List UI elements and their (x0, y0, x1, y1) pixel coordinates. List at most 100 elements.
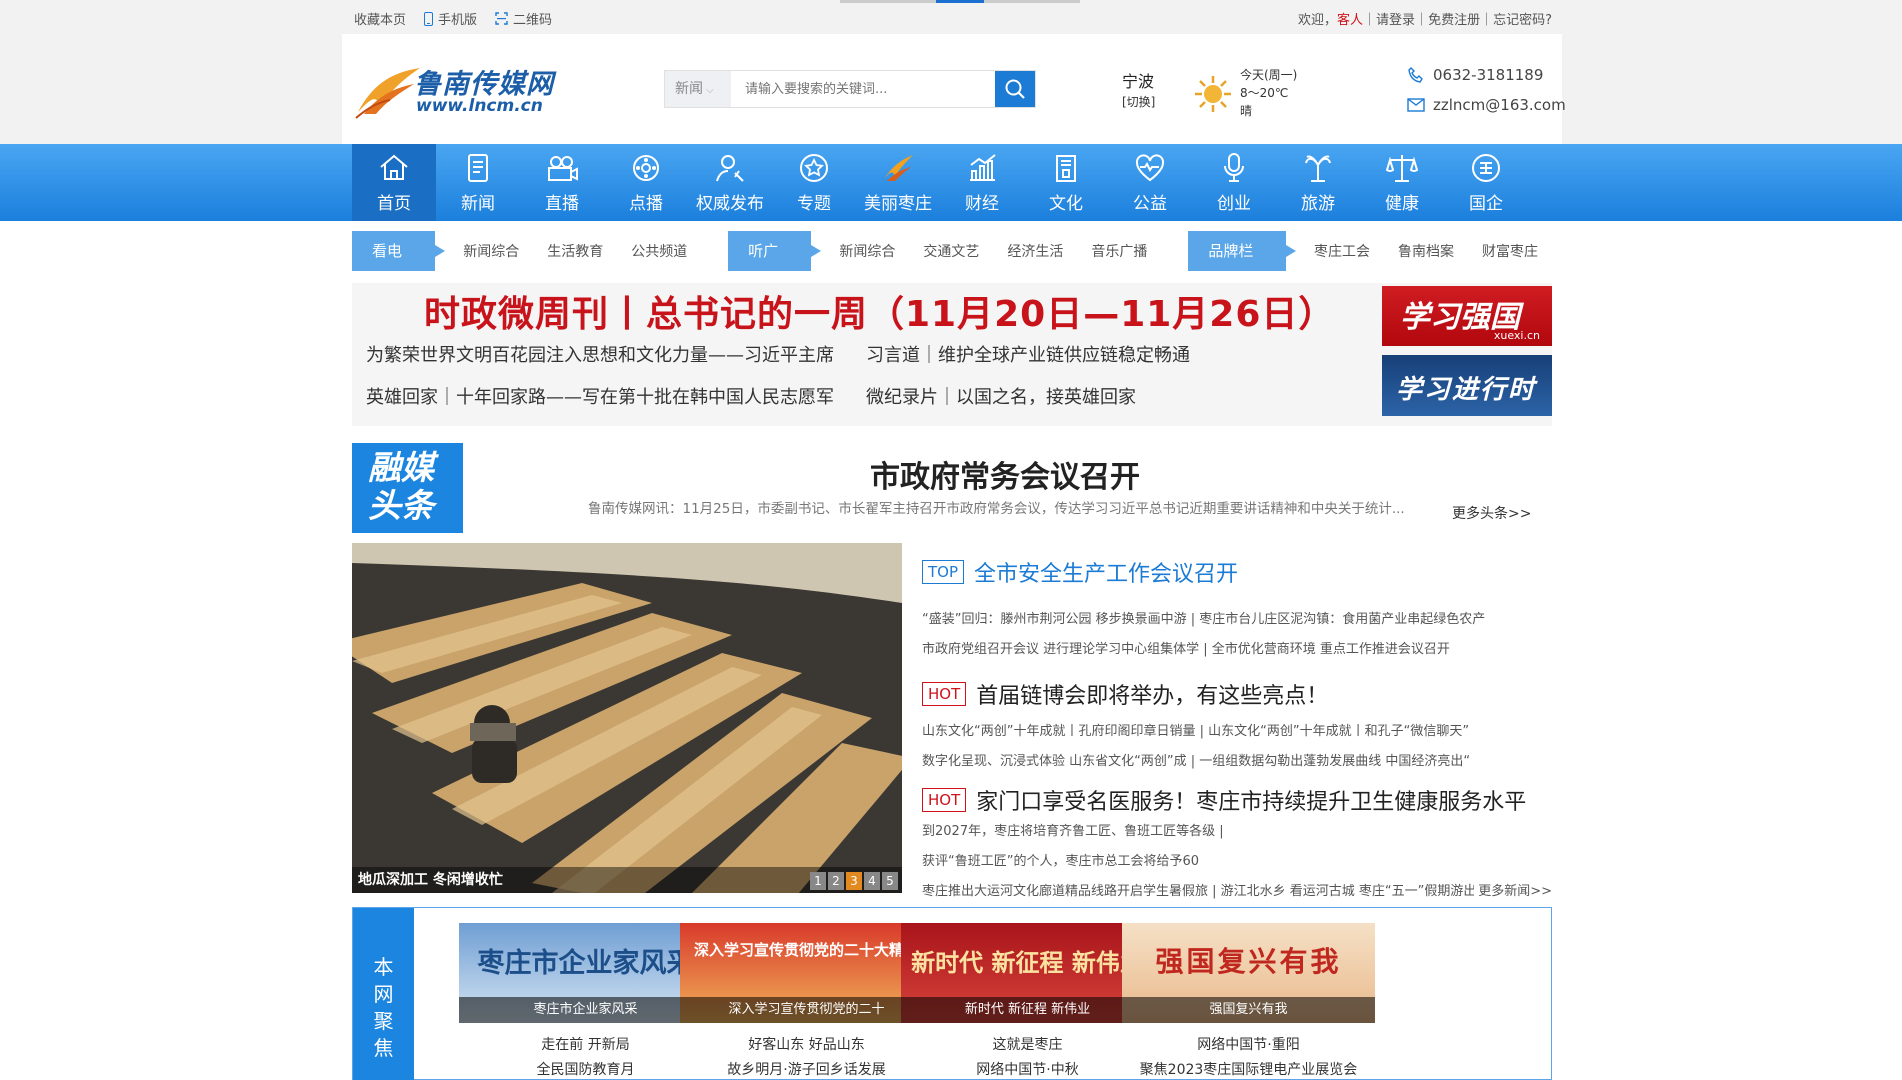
qrcode-link[interactable]: 二维码 (495, 9, 552, 28)
tv-tag[interactable]: 看电视 (352, 231, 446, 300)
top-bar-right: 欢迎，客人｜请登录｜免费注册｜忘记密码? (1298, 9, 1552, 28)
nav-item-label: 新闻 (461, 194, 495, 214)
top-badge: TOP (922, 560, 965, 584)
focus-link[interactable]: 走在前 开新局 (459, 1033, 712, 1058)
rongmei-summary[interactable]: 鲁南传媒网讯：11月25日，市委副书记、市长翟军主持召开市政府常务会议，传达学习… (588, 497, 1428, 517)
focus-card[interactable]: 强国复兴有我 强国复兴有我 (1122, 923, 1375, 1023)
focus-link[interactable]: 聚焦2023枣庄国际锂电产业展览会 (1122, 1058, 1375, 1080)
site-logo[interactable]: 鲁南传媒网 www.lncm.cn (354, 58, 554, 128)
rongmei-headline[interactable]: 市政府常务会议召开 (470, 452, 1540, 496)
top-news-link[interactable]: 微纪录片｜以国之名，接英雄回家 (866, 383, 1136, 409)
nav-item-6[interactable]: 美丽枣庄 (856, 144, 940, 221)
news-icon (468, 154, 488, 182)
top-tab-indicator (936, 0, 984, 3)
main-nav: 首页 新闻 直播 点播 权威发布 专题 美丽枣庄 财经 文化 公益 创业 旅游 健康 国企 (0, 144, 1902, 221)
forgot-password-link[interactable]: 忘记密码? (1493, 13, 1552, 28)
radio-tag[interactable]: 听广播 (728, 231, 822, 300)
radio-channel-link[interactable]: 新闻综合 (839, 241, 895, 261)
focus-card-title: 强国复兴有我 (1155, 945, 1342, 978)
news-title[interactable]: 首届链博会即将举办，有这些亮点！ (976, 678, 1328, 710)
weather-city: 宁波 (1122, 72, 1155, 91)
vod-icon (633, 155, 659, 181)
brand-column-link[interactable]: 财富枣庄 (1482, 241, 1538, 261)
bookmark-link[interactable]: 收藏本页 (354, 9, 406, 28)
news-related[interactable]: 数字化呈现、沉浸式体验 山东省文化“两创”成 | 一组组数据勾勒出蓬勃发展曲线 … (922, 747, 1552, 777)
slide-page-button[interactable]: 4 (864, 872, 880, 890)
nav-item-8[interactable]: 文化 (1024, 144, 1108, 221)
news-related[interactable]: 枣庄推出大运河文化廊道精品线路开启学生暑假旅 | 游江北水乡 看运河古城 枣庄“… (922, 877, 1552, 907)
radio-channel-link[interactable]: 交通文艺 (923, 241, 979, 261)
nav-item-13[interactable]: 国企 (1444, 144, 1528, 221)
brand-column-link[interactable]: 鲁南档案 (1398, 241, 1454, 261)
tv-channel-link[interactable]: 新闻综合 (463, 241, 519, 261)
tv-channel-link[interactable]: 公共频道 (631, 241, 687, 261)
welcome-text: 欢迎， (1297, 13, 1337, 28)
qrcode-label: 二维码 (513, 13, 553, 28)
nav-item-12[interactable]: 健康 (1360, 144, 1444, 221)
slide-page-button[interactable]: 2 (828, 872, 844, 890)
news-title[interactable]: 家门口享受名医服务！枣庄市持续提升卫生健康服务水平 (976, 784, 1526, 816)
focus-link[interactable]: 故乡明月·游子回乡话发展 (680, 1058, 933, 1080)
radio-channel-link[interactable]: 音乐广播 (1091, 241, 1147, 261)
brand-column-link[interactable]: 枣庄工会 (1314, 241, 1370, 261)
contact-info: 0632-3181189 zzlncm@163.com (1407, 60, 1566, 120)
charity-icon (1135, 154, 1165, 182)
news-related[interactable]: 获评“鲁班工匠”的个人，枣庄市总工会将给予60 (922, 847, 1552, 877)
slide-page-button-active[interactable]: 3 (846, 872, 862, 890)
news-related[interactable]: 市政府党组召开会议 进行理论学习中心组集体学 | 全市优化营商环境 重点工作推进… (922, 635, 1552, 665)
nav-item-1[interactable]: 新闻 (436, 144, 520, 221)
focus-link[interactable]: 好客山东 好品山东 (680, 1033, 933, 1058)
top-news-link[interactable]: 习言道｜维护全球产业链供应链稳定畅通 (866, 341, 1190, 367)
login-link[interactable]: 请登录 (1376, 13, 1415, 28)
nav-item-2[interactable]: 直播 (520, 144, 604, 221)
top-news-link[interactable]: 为繁荣世界文明百花园注入思想和文化力量——习近平主席 (366, 341, 834, 367)
top-headline-link[interactable]: 时政微周刊丨总书记的一周（11月20日—11月26日） (424, 285, 1335, 337)
more-news-link[interactable]: 更多新闻>> (1474, 877, 1552, 907)
radio-channel-link[interactable]: 经济生活 (1007, 241, 1063, 261)
slide-page-button[interactable]: 5 (882, 872, 898, 890)
focus-link[interactable]: 网络中国节·中秋 (901, 1058, 1154, 1080)
focus-card-title: 新时代 新征程 新伟业 (911, 948, 1144, 977)
nav-item-9[interactable]: 公益 (1108, 144, 1192, 221)
nav-item-3[interactable]: 点播 (604, 144, 688, 221)
mobile-link[interactable]: 手机版 (424, 9, 477, 28)
separator: ｜ (1480, 13, 1494, 28)
nav-item-5[interactable]: 专题 (772, 144, 856, 221)
culture-icon (1056, 155, 1076, 182)
focus-card[interactable]: 枣庄市企业家风采 枣庄市企业家风采 (459, 923, 712, 1023)
slide-page-button[interactable]: 1 (810, 872, 826, 890)
email-address[interactable]: zzlncm@163.com (1433, 90, 1566, 120)
focus-link[interactable]: 这就是枣庄 (901, 1033, 1154, 1058)
photo-slider[interactable]: 地瓜深加工 冬闲增收忙 1 2 3 4 5 (352, 543, 902, 893)
focus-link[interactable]: 全民国防教育月 (459, 1058, 712, 1080)
nav-item-10[interactable]: 创业 (1192, 144, 1276, 221)
nav-item-11[interactable]: 旅游 (1276, 144, 1360, 221)
nav-item-7[interactable]: 财经 (940, 144, 1024, 221)
search-category-select[interactable]: 新闻 (665, 71, 731, 107)
nav-item-label: 美丽枣庄 (864, 194, 932, 214)
xuexi-jinxingshi-banner[interactable]: 学习进行时 (1382, 355, 1552, 416)
news-related[interactable]: 山东文化“两创”十年成就丨孔府印阁印章日销量 | 山东文化“两创”十年成就丨和孔… (922, 717, 1552, 747)
register-link[interactable]: 免费注册 (1428, 13, 1480, 28)
search-input[interactable] (731, 71, 995, 107)
email-row: zzlncm@163.com (1407, 90, 1566, 120)
soe-icon (1472, 154, 1500, 182)
news-related[interactable]: 到2027年，枣庄将培育齐鲁工匠、鲁班工匠等各级 | (922, 817, 1552, 847)
search-button[interactable] (995, 71, 1035, 107)
top-news-link[interactable]: 英雄回家｜十年回家路——写在第十批在韩中国人民志愿军 (366, 383, 834, 409)
news-title[interactable]: 全市安全生产工作会议召开 (974, 556, 1238, 588)
city-switch-link[interactable]: [切换] (1122, 93, 1155, 110)
xuexi-qiangguo-banner[interactable]: 学习强国 xuexi.cn (1382, 286, 1552, 346)
nav-item-4[interactable]: 权威发布 (688, 144, 772, 221)
focus-section: 本网聚焦 枣庄市企业家风采 枣庄市企业家风采 深入学习宣传贯彻党的二十大精神 深… (352, 907, 1552, 1080)
focus-card[interactable]: 深入学习宣传贯彻党的二十大精神 深入学习宣传贯彻党的二十 (680, 923, 933, 1023)
focus-link[interactable]: 网络中国节·重阳 (1122, 1033, 1375, 1058)
nav-item-0[interactable]: 首页 (352, 144, 436, 221)
brand-tag[interactable]: 品牌栏目 (1188, 231, 1296, 300)
news-related[interactable]: “盛装”回归：滕州市荆河公园 移步换景画中游 | 枣庄市台儿庄区泥沟镇：食用菌产… (922, 605, 1552, 635)
nav-item-label: 文化 (1049, 194, 1083, 214)
search-icon (1005, 79, 1025, 99)
tv-channel-link[interactable]: 生活教育 (547, 241, 603, 261)
more-headlines-link[interactable]: 更多头条>> (1452, 503, 1531, 523)
focus-card[interactable]: 新时代 新征程 新伟业 新时代 新征程 新伟业 (901, 923, 1154, 1023)
